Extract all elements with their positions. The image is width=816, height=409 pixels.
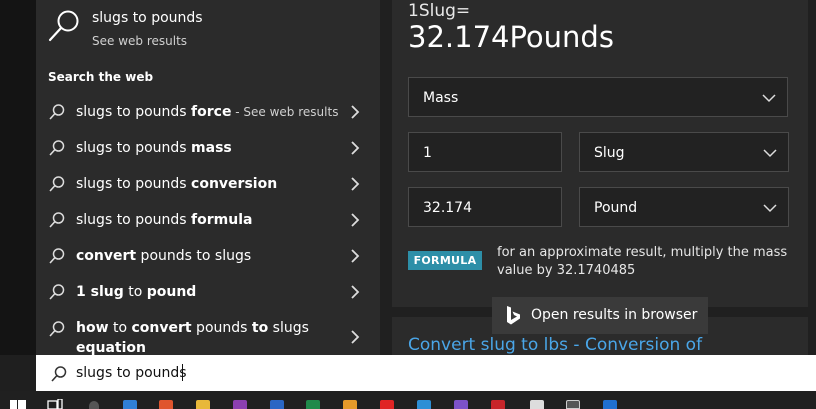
category-value: Mass: [423, 90, 459, 106]
open-in-browser-label: Open results in browser: [531, 307, 698, 323]
input-value: 1: [423, 145, 432, 161]
search-icon: [49, 321, 65, 337]
category-dropdown[interactable]: Mass: [408, 77, 788, 117]
zotero-icon[interactable]: [491, 400, 505, 409]
suggestion-text: slugs to pounds mass: [76, 140, 232, 156]
windows-start-icon[interactable]: [10, 399, 26, 409]
chevron-right-icon: [351, 105, 360, 119]
formula-text: for an approximate result, multiply the …: [497, 245, 788, 278]
suggestion-text: slugs to pounds formula: [76, 212, 253, 228]
search-icon: [49, 248, 65, 264]
suggestion-item[interactable]: slugs to pounds force - See web results: [36, 94, 380, 130]
suggestion-text: 1 slug to pound: [76, 284, 197, 300]
conversion-result: 32.174Pounds: [408, 20, 614, 54]
terminal-icon[interactable]: [566, 400, 580, 409]
vscode-icon[interactable]: [417, 400, 431, 409]
suggestion-text: how to convert pounds to slugs equation: [76, 320, 309, 356]
search-bar[interactable]: [36, 355, 816, 391]
chevron-down-icon: [763, 149, 777, 158]
task-view-icon[interactable]: [47, 399, 63, 409]
app-icon[interactable]: [530, 400, 544, 409]
open-in-browser-button[interactable]: Open results in browser: [492, 297, 708, 334]
search-icon: [49, 140, 65, 156]
suggestion-text: slugs to pounds force - See web results: [76, 104, 339, 120]
chevron-right-icon: [351, 141, 360, 155]
suggestion-item[interactable]: slugs to pounds mass: [36, 130, 380, 166]
search-input[interactable]: [76, 363, 776, 383]
chevron-right-icon: [351, 213, 360, 227]
suggestion-item[interactable]: convert pounds to slugs: [36, 238, 380, 274]
search-icon: [49, 284, 65, 300]
cortana-icon[interactable]: [89, 401, 99, 409]
obsidian-icon[interactable]: [454, 400, 468, 409]
onenote-icon[interactable]: [233, 400, 247, 409]
search-icon: [49, 212, 65, 228]
text-caret: [182, 364, 183, 381]
search-icon: [49, 104, 65, 120]
word-icon[interactable]: [270, 400, 284, 409]
brave-icon[interactable]: [159, 400, 173, 409]
top-result[interactable]: slugs to pounds See web results: [44, 4, 374, 54]
youtube-icon[interactable]: [380, 400, 394, 409]
file-explorer-icon[interactable]: [196, 400, 210, 409]
search-icon: [51, 366, 67, 382]
search-icon: [48, 10, 79, 42]
chevron-down-icon: [763, 204, 777, 213]
top-result-subtitle: See web results: [92, 34, 188, 48]
input-value-field[interactable]: 1: [408, 132, 562, 172]
chevron-right-icon: [351, 285, 360, 299]
section-heading: Search the web: [48, 70, 154, 84]
search-icon: [49, 176, 65, 192]
chevron-down-icon: [762, 94, 776, 103]
formula-badge: FORMULA: [408, 251, 482, 270]
from-unit-value: Slug: [594, 145, 625, 161]
edge-icon[interactable]: [123, 400, 137, 409]
output-value-field[interactable]: 32.174: [408, 187, 562, 227]
suggestion-item[interactable]: how to convert pounds to slugs equation: [36, 316, 380, 356]
suggestion-item[interactable]: slugs to pounds conversion: [36, 166, 380, 202]
chevron-right-icon: [351, 177, 360, 191]
suggestion-item[interactable]: slugs to pounds formula: [36, 202, 380, 238]
conversion-label: 1Slug=: [408, 1, 471, 21]
chevron-right-icon: [351, 330, 360, 344]
suggestion-text: convert pounds to slugs: [76, 248, 252, 264]
top-result-title: slugs to pounds: [92, 10, 203, 26]
bing-icon: [507, 306, 520, 325]
from-unit-dropdown[interactable]: Slug: [579, 132, 789, 172]
edge-dev-icon[interactable]: [603, 400, 617, 409]
to-unit-dropdown[interactable]: Pound: [579, 187, 789, 227]
output-value: 32.174: [423, 200, 472, 216]
desktop-background: [0, 0, 36, 355]
chrome-canary-icon[interactable]: [343, 400, 357, 409]
taskbar: [0, 391, 816, 409]
chevron-right-icon: [351, 249, 360, 263]
excel-icon[interactable]: [306, 400, 320, 409]
to-unit-value: Pound: [594, 200, 638, 216]
suggestion-text: slugs to pounds conversion: [76, 176, 278, 192]
suggestion-item[interactable]: 1 slug to pound: [36, 274, 380, 310]
web-result-link[interactable]: Convert slug to lbs - Conversion of: [408, 335, 702, 355]
